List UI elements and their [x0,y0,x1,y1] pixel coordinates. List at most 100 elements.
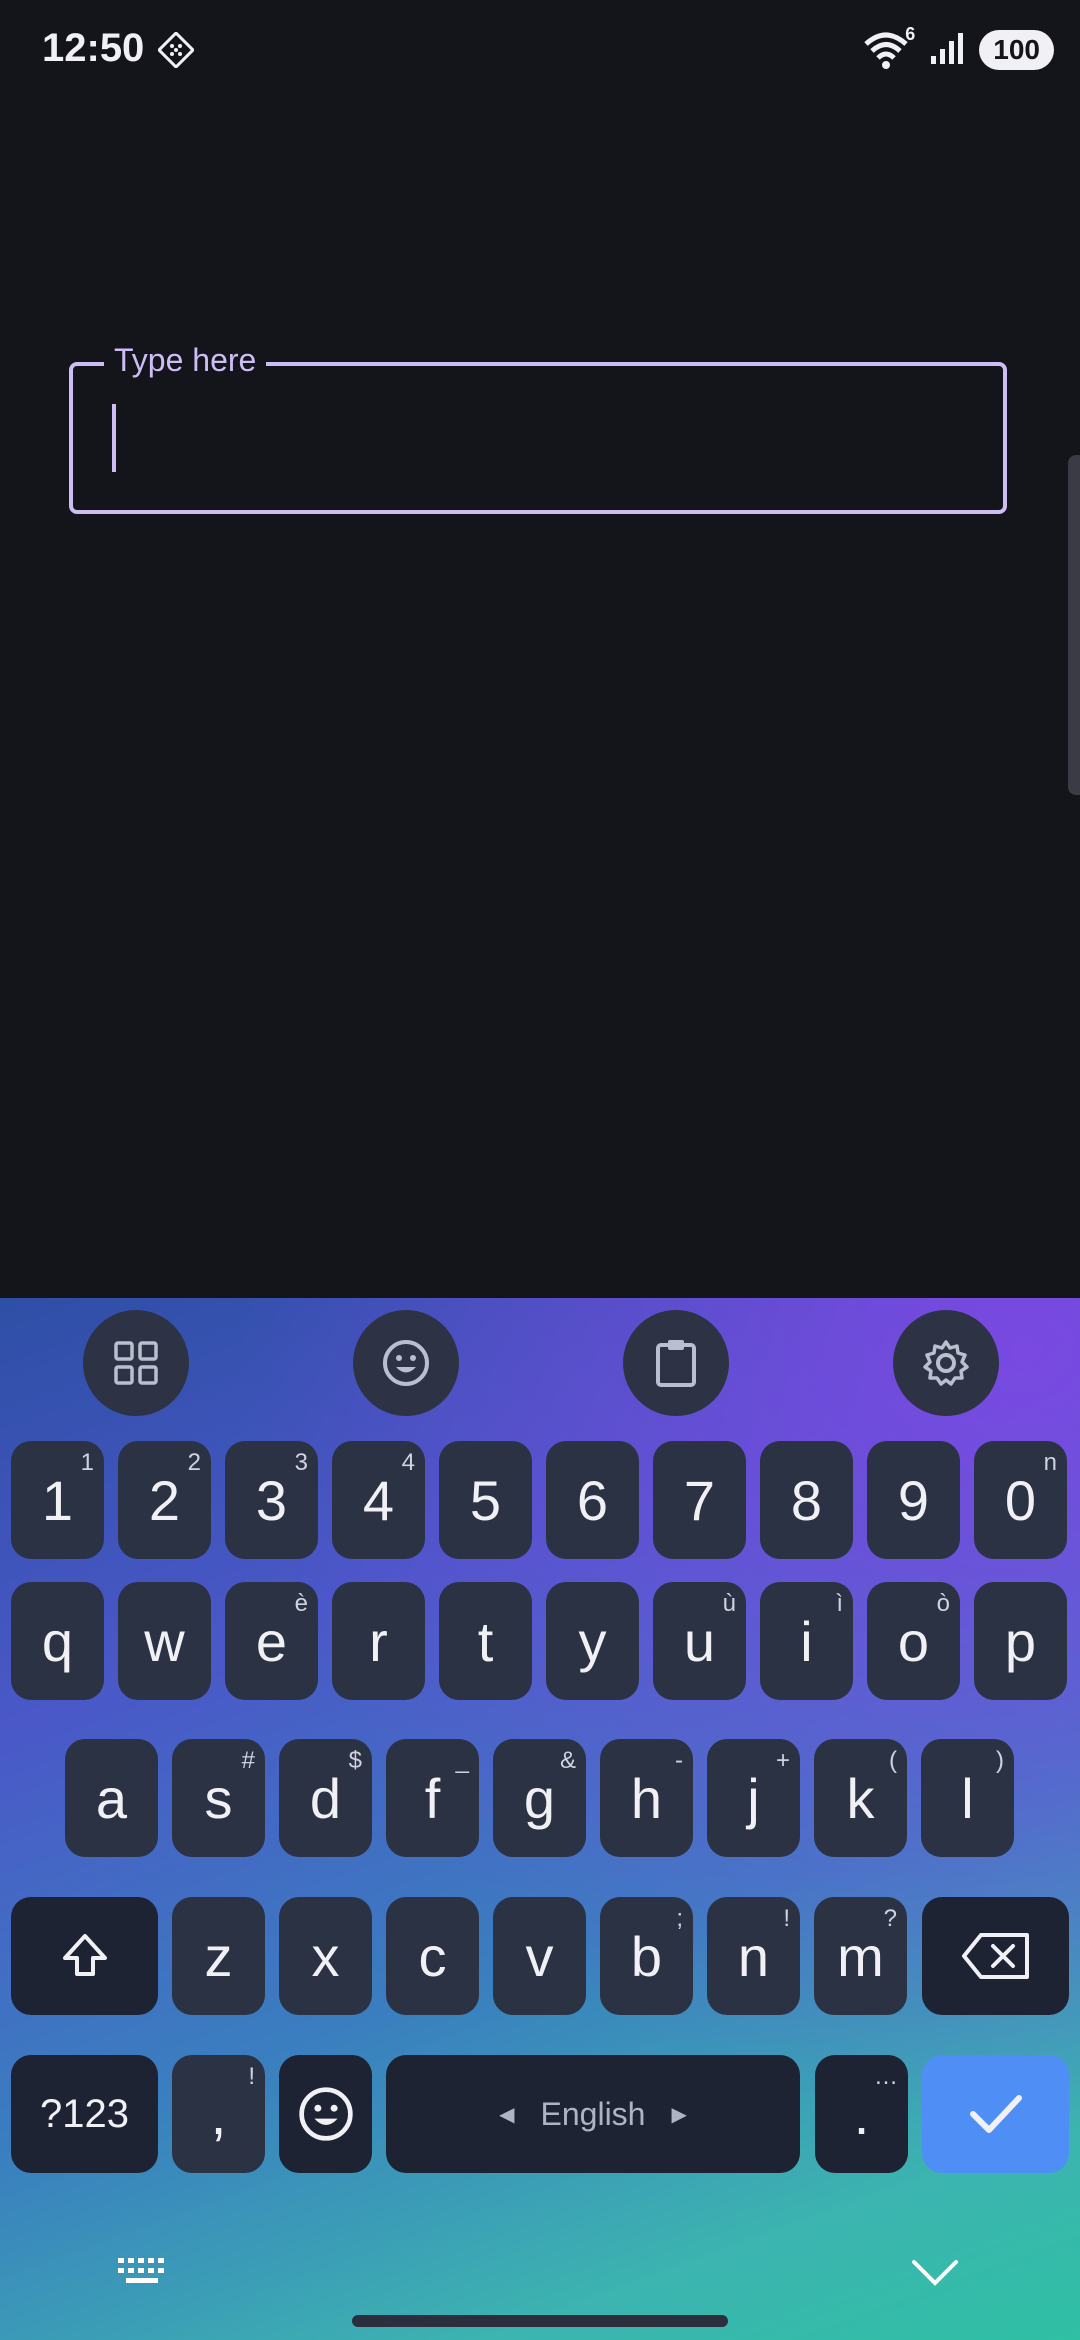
key-label: n [737,1924,770,1988]
key-label: 8 [790,1468,823,1532]
key-c[interactable]: c [386,1897,479,2015]
clipboard-icon [656,1340,696,1387]
key-label: 2 [148,1468,181,1532]
key-label: 1 [41,1468,74,1532]
checkmark-icon [969,2095,1022,2133]
key-label: h [630,1766,663,1830]
key-label: 4 [362,1468,395,1532]
edge-handle[interactable] [1068,455,1080,795]
backspace-key[interactable] [922,1897,1069,2015]
shift-key[interactable] [11,1897,158,2015]
emoji-key[interactable] [279,2055,372,2173]
key-f[interactable]: f _ [386,1739,479,1857]
home-indicator[interactable] [352,2315,728,2327]
key-label: b [630,1924,663,1988]
wifi-icon: 6 [863,24,915,70]
key-2[interactable]: 22 [118,1441,211,1559]
key-g[interactable]: g & [493,1739,586,1857]
clipboard-button[interactable] [623,1310,729,1416]
key-hint: 1 [80,1449,94,1476]
key-hint: ; [676,1905,683,1932]
chevron-down-icon [912,2260,958,2286]
key-hint: _ [455,1747,469,1774]
key-l[interactable]: l) [921,1739,1014,1857]
key-hint: ì [836,1590,843,1617]
key-d[interactable]: d $ [279,1739,372,1857]
key-label: g [523,1766,556,1830]
key-hint: ! [783,1905,790,1932]
key-9[interactable]: 9 [867,1441,960,1559]
key-label: e [255,1609,288,1673]
key-hint: 3 [294,1449,308,1476]
key-3[interactable]: 33 [225,1441,318,1559]
key-z[interactable]: z [172,1897,265,2015]
key-hint: - [675,1747,683,1774]
emoji-icon [383,1340,429,1386]
key-hint: # [241,1747,255,1774]
text-input[interactable] [69,362,1007,514]
key-r[interactable]: r [332,1582,425,1700]
key-u[interactable]: uù [653,1582,746,1700]
key-label: d [309,1766,342,1830]
key-x[interactable]: x [279,1897,372,2015]
key-hint: & [559,1747,576,1774]
key-y[interactable]: y [546,1582,639,1700]
key-hint: $ [348,1747,362,1774]
key-6[interactable]: 6 [546,1441,639,1559]
key-label: x [311,1924,340,1988]
key-n[interactable]: n! [707,1897,800,2015]
keyboard-switch-button[interactable] [116,2254,170,2295]
key-h[interactable]: h- [600,1739,693,1857]
key-label: t [477,1609,494,1673]
key-p[interactable]: p [974,1582,1067,1700]
key-8[interactable]: 8 [760,1441,853,1559]
key-v[interactable]: v [493,1897,586,2015]
key-label: j [747,1766,760,1830]
key-label: f [424,1766,441,1830]
key-a[interactable]: a [65,1739,158,1857]
emoji-toolbar-button[interactable] [353,1310,459,1416]
key-hint: n [1043,1449,1057,1476]
key-label: q [41,1609,74,1673]
key-s[interactable]: s # [172,1739,265,1857]
key-label: r [369,1609,388,1673]
key-label: 5 [469,1468,502,1532]
key-label: u [683,1609,716,1673]
wifi-badge: 6 [905,24,916,44]
key-hint: ? [883,1905,897,1932]
key-k[interactable]: k( [814,1739,907,1857]
key-label: 7 [683,1468,716,1532]
key-hint: ù [722,1590,736,1617]
key-e[interactable]: eè [225,1582,318,1700]
key-0[interactable]: 0n [974,1441,1067,1559]
key-1[interactable]: 11 [11,1441,104,1559]
key-4[interactable]: 44 [332,1441,425,1559]
period-key-label: . [853,2082,870,2146]
comma-key[interactable]: , ! [172,2055,265,2173]
keyboard-apps-button[interactable] [83,1310,189,1416]
symbols-key[interactable]: ?123 [11,2055,158,2173]
language-prev-icon: ◀ [499,2103,515,2126]
key-i[interactable]: iì [760,1582,853,1700]
key-5[interactable]: 5 [439,1441,532,1559]
key-w[interactable]: w [118,1582,211,1700]
key-o[interactable]: oò [867,1582,960,1700]
period-key[interactable]: . … [815,2055,908,2173]
hide-keyboard-button[interactable] [910,2258,960,2293]
keyboard-settings-button[interactable] [893,1310,999,1416]
key-7[interactable]: 7 [653,1441,746,1559]
key-label: s [204,1766,233,1830]
key-m[interactable]: m? [814,1897,907,2015]
key-q[interactable]: q [11,1582,104,1700]
key-label: 9 [897,1468,930,1532]
key-label: 0 [1004,1468,1037,1532]
key-b[interactable]: b; [600,1897,693,2015]
emoji-icon [298,2087,353,2141]
key-label: p [1004,1609,1037,1673]
text-cursor [112,404,116,472]
key-t[interactable]: t [439,1582,532,1700]
enter-key[interactable] [922,2055,1069,2173]
key-j[interactable]: j + [707,1739,800,1857]
key-label: 6 [576,1468,609,1532]
space-key[interactable]: ◀ English ▶ [386,2055,800,2173]
